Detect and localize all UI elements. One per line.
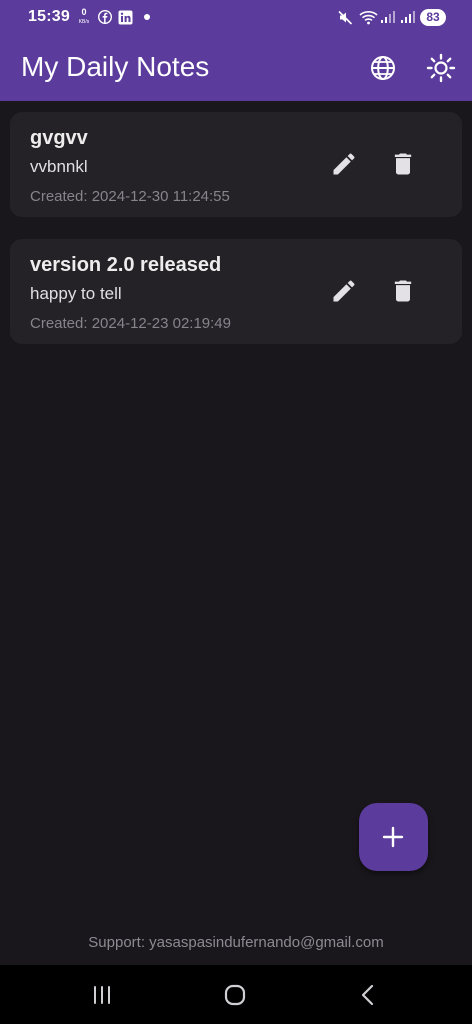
language-button[interactable]: [367, 52, 399, 84]
notification-dot: [144, 14, 150, 20]
delete-icon: [394, 280, 412, 302]
note-body: happy to tell: [30, 284, 122, 303]
linkedin-icon: [118, 10, 133, 25]
edit-note-button[interactable]: [330, 150, 358, 178]
recent-apps-button[interactable]: [89, 982, 115, 1008]
wifi-icon: [359, 11, 378, 25]
facebook-icon: [98, 10, 112, 24]
language-icon: [371, 56, 395, 80]
signal-2-icon: [401, 11, 415, 23]
note-card[interactable]: gvgvv vvbnnkl Created: 2024-12-30 11:24:…: [10, 112, 462, 217]
back-icon: [361, 984, 374, 1006]
note-title: gvgvv: [30, 127, 88, 149]
delete-note-button[interactable]: [389, 277, 417, 305]
mute-icon: [338, 10, 353, 25]
top-bar: 15:39 0 KB/s 83 My Daily Notes: [0, 0, 472, 101]
delete-icon: [394, 153, 412, 175]
home-button[interactable]: [222, 982, 248, 1008]
battery-indicator: 83: [420, 9, 446, 26]
note-body: vvbnnkl: [30, 157, 88, 176]
plus-icon: [382, 826, 404, 848]
note-created-date: Created: 2024-12-23 02:19:49: [30, 315, 231, 332]
brightness-icon: [426, 53, 456, 83]
delete-note-button[interactable]: [389, 150, 417, 178]
navigation-bar: [0, 965, 472, 1024]
network-speed: 0 KB/s: [76, 8, 92, 26]
theme-toggle-button[interactable]: [425, 52, 457, 84]
add-note-button[interactable]: [359, 803, 428, 871]
page-title: My Daily Notes: [21, 51, 210, 82]
status-time: 15:39: [28, 8, 70, 25]
network-speed-unit: KB/s: [78, 19, 90, 25]
edit-icon: [333, 153, 355, 175]
signal-1-icon: [381, 11, 395, 23]
screen: 15:39 0 KB/s 83 My Daily Notes gvgvv vvb…: [0, 0, 472, 1024]
notes-list: gvgvv vvbnnkl Created: 2024-12-30 11:24:…: [10, 112, 462, 366]
home-icon: [224, 984, 246, 1006]
recent-apps-icon: [94, 986, 110, 1004]
support-text: Support: yasaspasindufernando@gmail.com: [88, 934, 384, 951]
note-created-date: Created: 2024-12-30 11:24:55: [30, 188, 230, 205]
edit-icon: [333, 280, 355, 302]
app-bar: My Daily Notes: [0, 36, 472, 101]
edit-note-button[interactable]: [330, 277, 358, 305]
note-card[interactable]: version 2.0 released happy to tell Creat…: [10, 239, 462, 344]
status-bar: 15:39 0 KB/s 83: [0, 0, 472, 36]
network-speed-value: 0: [81, 7, 87, 17]
note-title: version 2.0 released: [30, 254, 222, 276]
back-button[interactable]: [355, 982, 381, 1008]
